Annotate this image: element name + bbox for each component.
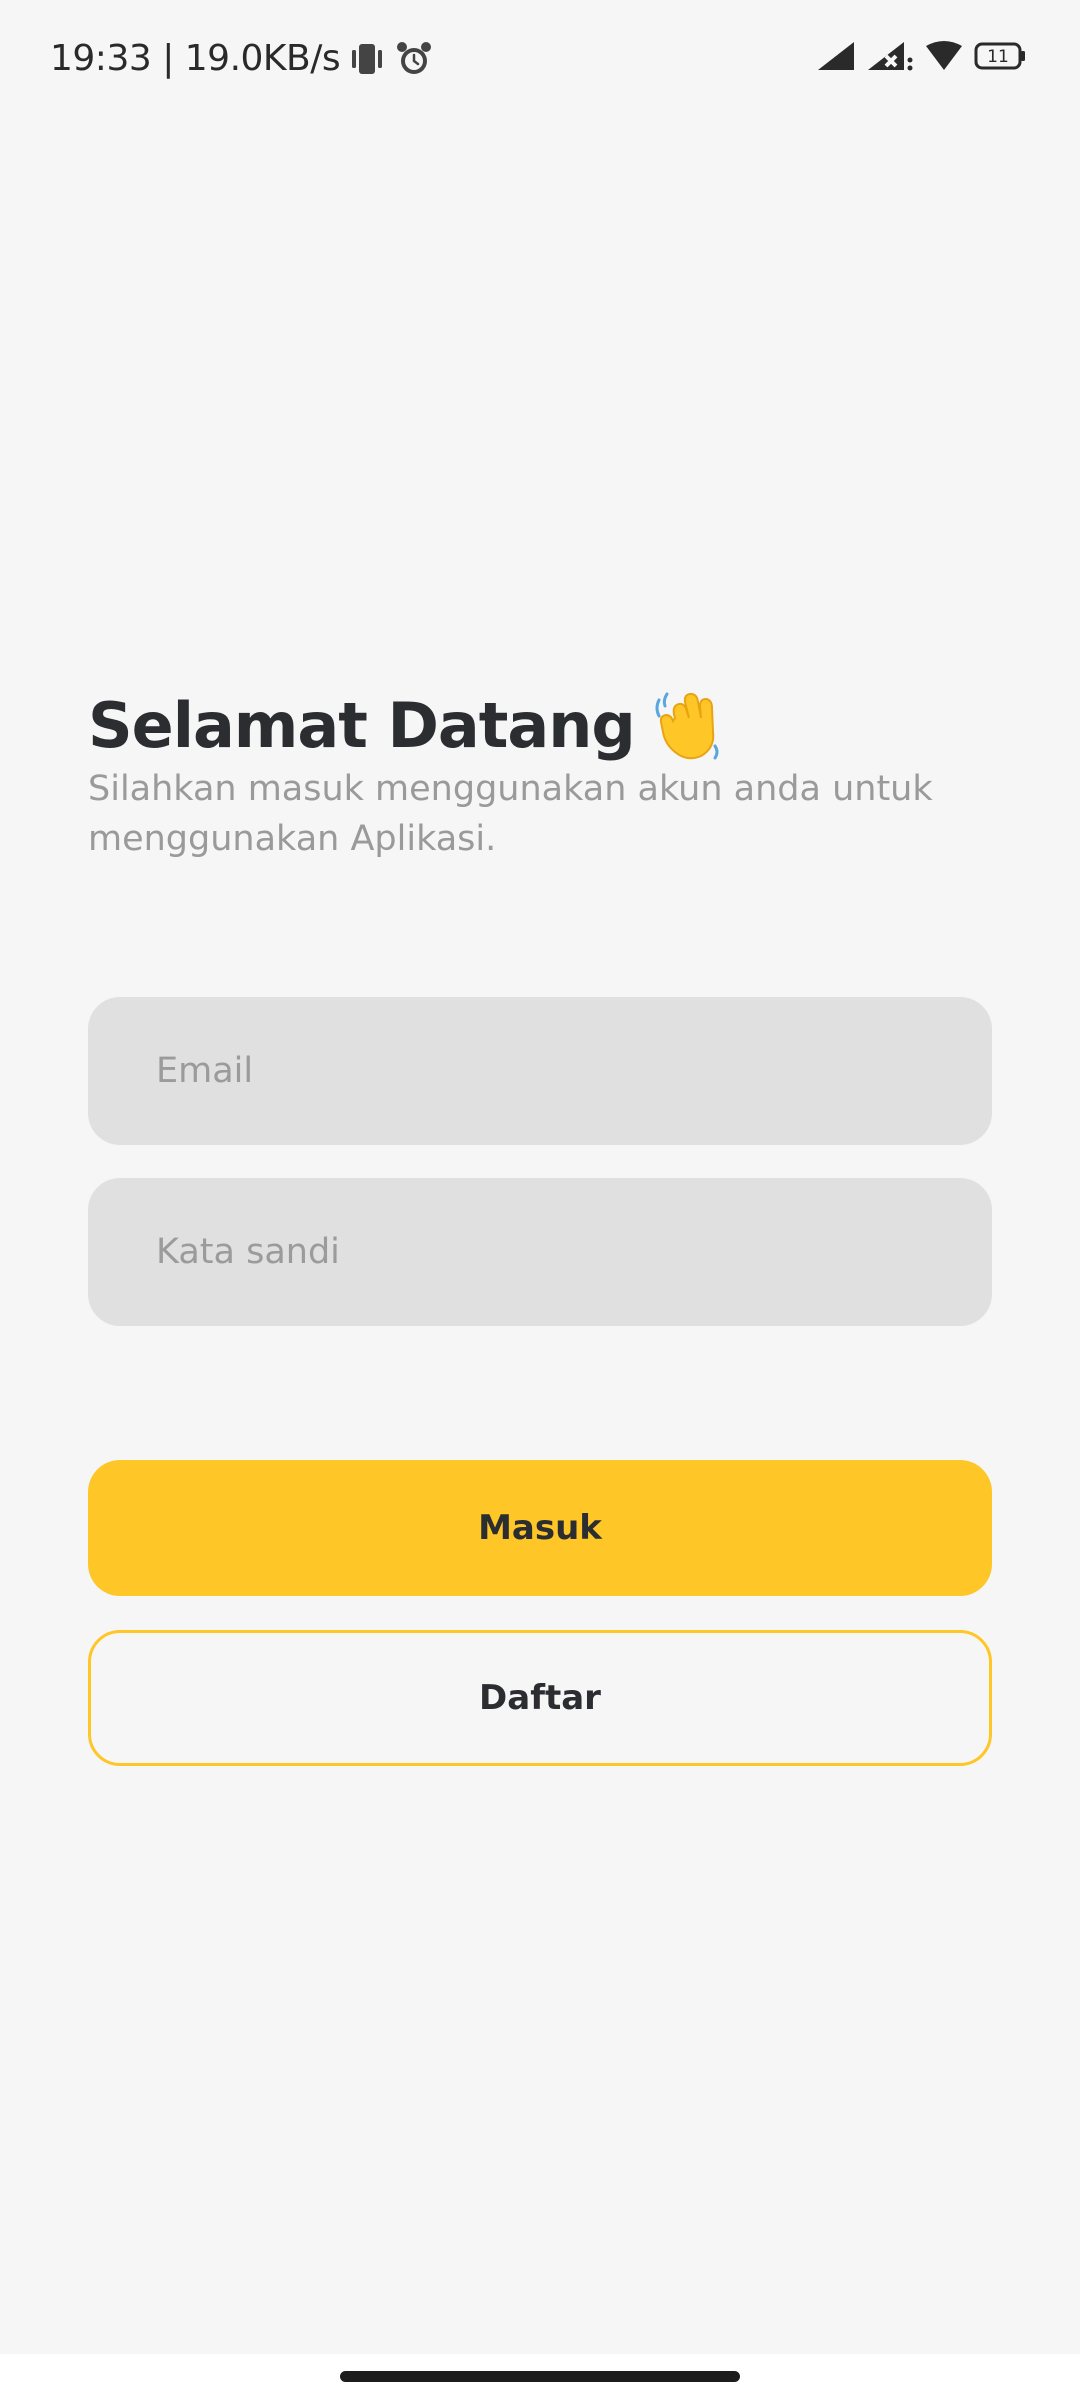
battery-level: 11: [987, 47, 1009, 67]
email-field[interactable]: [154, 1050, 926, 1092]
page-title: Selamat Datang: [88, 688, 636, 762]
vibrate-icon: [352, 43, 383, 74]
signal-icon: [818, 42, 854, 70]
waving-hand-icon: [655, 692, 719, 760]
password-field-container[interactable]: [88, 1178, 992, 1326]
status-bar: 19:33 | 19.0KB/s 11: [0, 0, 1080, 120]
wifi-icon: [926, 41, 962, 70]
title-row: Selamat Datang: [88, 680, 727, 770]
status-left: 19:33 | 19.0KB/s: [50, 38, 434, 79]
page-subtitle: Silahkan masuk menggunakan akun anda unt…: [88, 769, 933, 859]
battery-icon: 11: [974, 42, 1025, 70]
status-time-speed: 19:33 | 19.0KB/s: [50, 38, 341, 79]
register-button[interactable]: Daftar: [88, 1630, 992, 1766]
email-field-container[interactable]: [88, 997, 992, 1145]
signal-no-service-icon: [868, 42, 913, 71]
alarm-icon: [397, 41, 432, 74]
login-button[interactable]: Masuk: [88, 1460, 992, 1596]
home-indicator[interactable]: [340, 2371, 740, 2382]
password-field[interactable]: [154, 1231, 926, 1273]
status-right: 11: [816, 40, 1026, 72]
